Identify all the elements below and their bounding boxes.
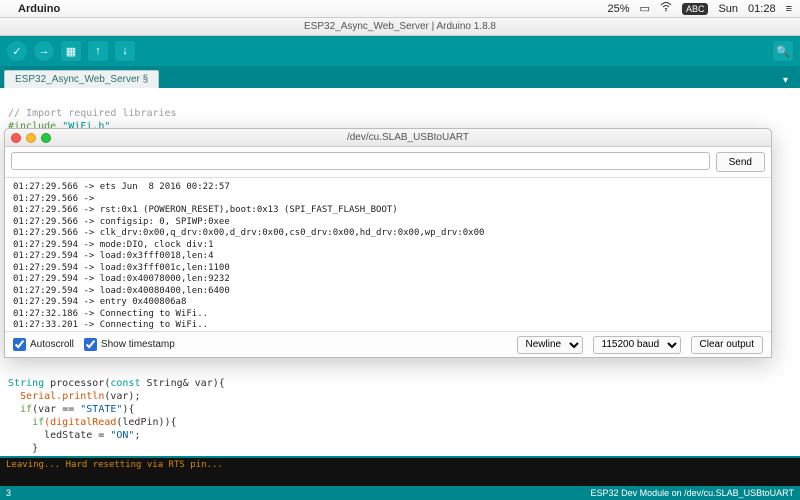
battery-percent: 25% <box>608 3 630 15</box>
verify-button[interactable]: ✓ <box>6 40 28 62</box>
timestamp-checkbox[interactable]: Show timestamp <box>84 338 175 351</box>
save-button[interactable]: ↓ <box>114 40 136 62</box>
wifi-icon <box>660 2 672 15</box>
traffic-lights <box>11 133 51 143</box>
autoscroll-checkbox[interactable]: Autoscroll <box>13 338 74 351</box>
timestamp-input[interactable] <box>84 338 97 351</box>
battery-icon: ▭ <box>640 2 650 15</box>
serial-footer: Autoscroll Show timestamp Newline 115200… <box>5 331 771 357</box>
close-icon[interactable] <box>11 133 21 143</box>
open-button[interactable]: ↑ <box>87 40 109 62</box>
serial-output[interactable]: 01:27:29.566 -> ets Jun 8 2016 00:22:57 … <box>5 178 771 331</box>
baud-select[interactable]: 115200 baud <box>593 336 681 354</box>
line-ending-select[interactable]: Newline <box>517 336 583 354</box>
clear-output-button[interactable]: Clear output <box>691 336 763 354</box>
code-editor-top[interactable]: // Import required libraries #include "W… <box>0 88 800 130</box>
mac-menubar: Arduino 25% ▭ ABC Sun 01:28 ≡ <box>0 0 800 18</box>
minimize-icon[interactable] <box>26 133 36 143</box>
serial-input[interactable] <box>11 152 710 170</box>
serial-titlebar[interactable]: /dev/cu.SLAB_USBtoUART <box>5 129 771 147</box>
upload-button[interactable]: → <box>33 40 55 62</box>
input-source-badge[interactable]: ABC <box>682 3 709 15</box>
send-button[interactable]: Send <box>716 152 765 172</box>
status-board-port: ESP32 Dev Module on /dev/cu.SLAB_USBtoUA… <box>591 488 794 498</box>
arduino-toolbar: ✓ → ▦ ↑ ↓ 🔍 <box>0 36 800 66</box>
clock-time: 01:28 <box>748 3 776 15</box>
status-bar: 3 ESP32 Dev Module on /dev/cu.SLAB_USBto… <box>0 486 800 500</box>
app-name[interactable]: Arduino <box>18 3 60 15</box>
tab-strip: ESP32_Async_Web_Server § ▾ <box>0 66 800 88</box>
serial-title: /dev/cu.SLAB_USBtoUART <box>51 132 765 143</box>
sketch-tab[interactable]: ESP32_Async_Web_Server § <box>4 70 159 88</box>
new-button[interactable]: ▦ <box>60 40 82 62</box>
serial-monitor-button[interactable]: 🔍 <box>772 40 794 62</box>
menu-icon[interactable]: ≡ <box>786 3 792 15</box>
status-line-col: 3 <box>6 488 11 498</box>
window-title: ESP32_Async_Web_Server | Arduino 1.8.8 <box>0 18 800 36</box>
tab-menu-button[interactable]: ▾ <box>777 73 794 88</box>
tab-label: ESP32_Async_Web_Server § <box>15 74 148 85</box>
code-editor-bottom[interactable]: String processor(const String& var){ Ser… <box>0 358 800 456</box>
autoscroll-input[interactable] <box>13 338 26 351</box>
clock-day: Sun <box>718 3 738 15</box>
serial-monitor-window: /dev/cu.SLAB_USBtoUART Send 01:27:29.566… <box>4 128 772 358</box>
build-console[interactable]: Leaving... Hard resetting via RTS pin... <box>0 458 800 486</box>
zoom-icon[interactable] <box>41 133 51 143</box>
